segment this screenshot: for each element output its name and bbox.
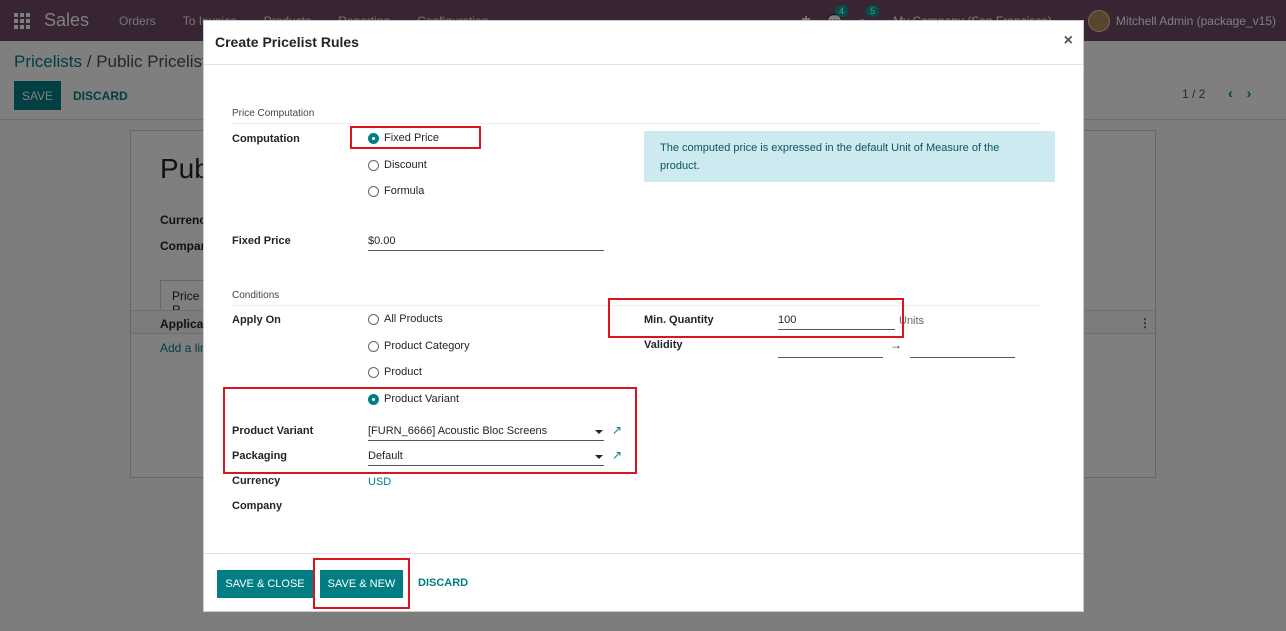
create-pricelist-rules-dialog: Create Pricelist Rules × Price Computati… <box>203 20 1084 612</box>
validity-label: Validity <box>644 339 683 351</box>
fixed-price-label: Fixed Price <box>232 235 291 247</box>
apply-on-label: Apply On <box>232 314 281 326</box>
discard-button[interactable]: DISCARD <box>418 577 468 589</box>
radio-all-products[interactable]: All Products <box>368 313 443 325</box>
arrow-right-icon: → <box>890 338 902 352</box>
highlight-product-variant <box>223 387 637 474</box>
radio-icon <box>368 159 379 171</box>
radio-label: All Products <box>384 313 443 325</box>
radio-formula[interactable]: Formula <box>368 185 424 197</box>
radio-icon <box>368 185 379 197</box>
radio-icon <box>368 313 379 325</box>
company-label: Company <box>232 500 283 512</box>
currency-link[interactable]: USD <box>368 476 391 488</box>
validity-start-input[interactable] <box>778 339 883 358</box>
radio-label: Formula <box>384 185 425 197</box>
section-price-computation: Price Computation <box>232 108 1040 124</box>
radio-product-category[interactable]: Product Category <box>368 340 470 352</box>
highlight-min-quantity <box>608 298 904 338</box>
modal-title: Create Pricelist Rules <box>215 34 359 50</box>
fixed-price-value: 0.00 <box>374 235 396 247</box>
highlight-save-and-new <box>313 558 410 609</box>
fixed-price-input[interactable]: $0.00 <box>368 232 604 251</box>
modal-header: Create Pricelist Rules × <box>204 21 1083 65</box>
computation-label: Computation <box>232 133 300 145</box>
radio-discount[interactable]: Discount <box>368 159 427 171</box>
radio-label: Product Category <box>384 340 470 352</box>
radio-product[interactable]: Product <box>368 366 422 378</box>
currency-label: Currency <box>232 475 281 487</box>
modal-body: Price Computation Computation Fixed Pric… <box>204 65 1083 553</box>
radio-icon <box>368 340 379 352</box>
radio-label: Product <box>384 366 422 378</box>
validity-end-input[interactable] <box>910 339 1015 358</box>
highlight-fixed-price <box>350 126 481 149</box>
info-alert: The computed price is expressed in the d… <box>644 131 1055 182</box>
close-icon[interactable]: × <box>1064 32 1073 50</box>
radio-icon <box>368 366 379 378</box>
modal-footer: SAVE & CLOSE SAVE & NEW DISCARD <box>204 553 1083 611</box>
radio-label: Discount <box>384 159 427 171</box>
save-and-close-button[interactable]: SAVE & CLOSE <box>217 570 313 598</box>
